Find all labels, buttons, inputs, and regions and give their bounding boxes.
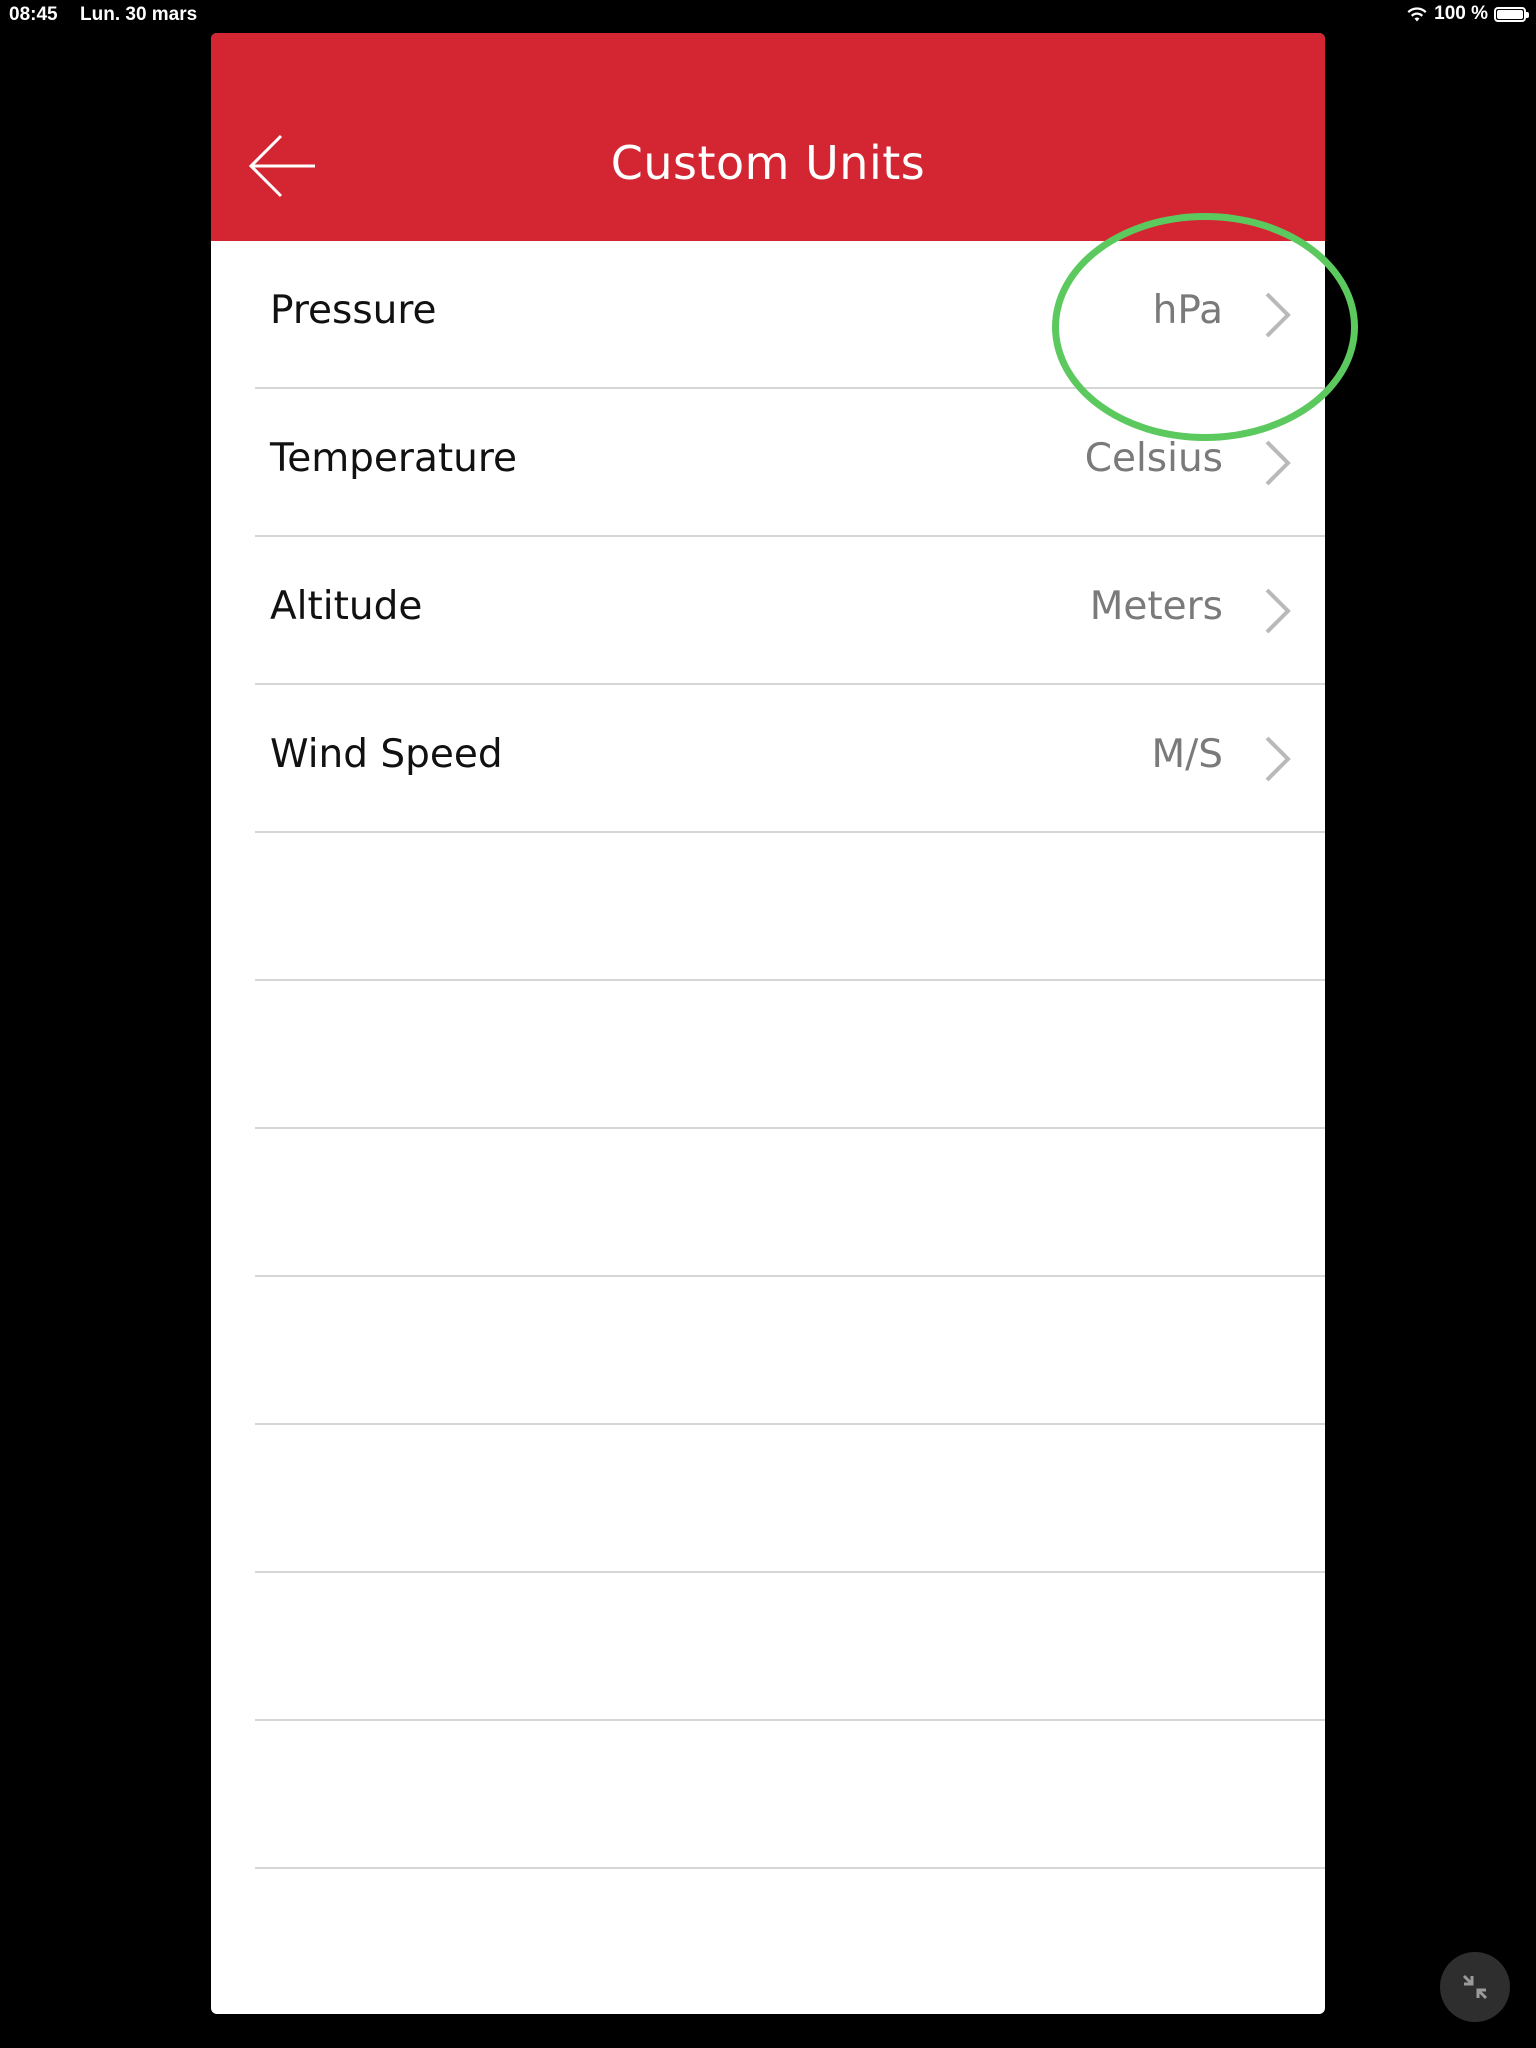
wifi-icon: [1407, 7, 1427, 22]
setting-row-wind-speed[interactable]: Wind Speed M/S: [255, 685, 1325, 833]
setting-row-temperature[interactable]: Temperature Celsius: [255, 389, 1325, 537]
app-window: Custom Units Pressure hPa Temperature Ce…: [211, 33, 1325, 2014]
setting-value: Meters: [1089, 584, 1223, 629]
empty-row: [255, 1277, 1325, 1425]
empty-row: [255, 833, 1325, 981]
status-time: 08:45: [9, 4, 58, 25]
setting-value: hPa: [1152, 288, 1223, 333]
empty-row: [255, 981, 1325, 1129]
minimize-icon: [1462, 1974, 1488, 2000]
empty-row: [255, 1129, 1325, 1277]
setting-label: Wind Speed: [270, 732, 503, 777]
chevron-right-icon: [1265, 588, 1291, 634]
chevron-right-icon: [1265, 736, 1291, 782]
empty-row: [255, 1573, 1325, 1721]
chevron-right-icon: [1265, 440, 1291, 486]
setting-value: M/S: [1151, 732, 1223, 777]
chevron-right-icon: [1265, 292, 1291, 338]
minimize-button[interactable]: [1440, 1952, 1510, 2022]
status-date: Lun. 30 mars: [80, 4, 198, 25]
status-indicators: 100 %: [1406, 3, 1529, 25]
settings-list: Pressure hPa Temperature Celsius Altitud…: [255, 241, 1325, 2014]
empty-row: [255, 1425, 1325, 1573]
setting-row-pressure[interactable]: Pressure hPa: [255, 241, 1325, 389]
header-bar: Custom Units: [211, 33, 1325, 241]
setting-label: Altitude: [270, 584, 423, 629]
empty-row: [255, 1721, 1325, 1869]
setting-row-altitude[interactable]: Altitude Meters: [255, 537, 1325, 685]
status-bar: 08:45 Lun. 30 mars 100 %: [0, 0, 1536, 30]
empty-row: [255, 1869, 1325, 2014]
setting-value: Celsius: [1084, 436, 1223, 481]
setting-label: Temperature: [270, 436, 518, 481]
setting-label: Pressure: [270, 288, 437, 333]
page-title: Custom Units: [610, 136, 926, 190]
battery-percent: 100 %: [1434, 3, 1488, 24]
battery-icon: [1494, 6, 1529, 22]
